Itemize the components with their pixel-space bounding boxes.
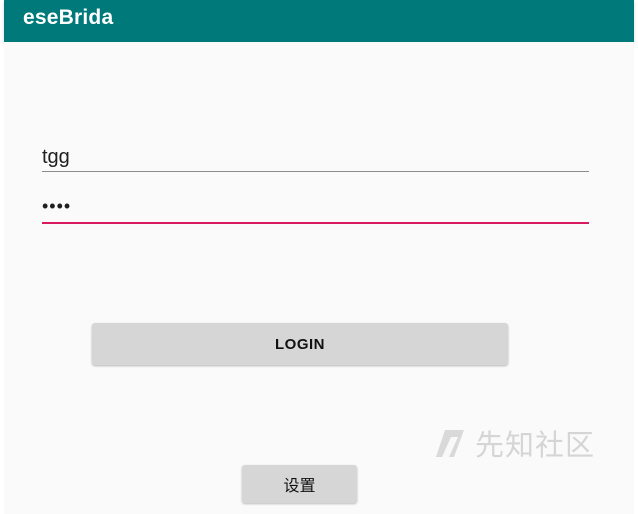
username-value: tgg xyxy=(42,146,70,168)
username-field[interactable]: tgg xyxy=(42,143,589,172)
app-title: eseBrida xyxy=(23,6,114,29)
settings-button[interactable]: 设置 xyxy=(242,465,357,503)
password-field[interactable]: •••• xyxy=(42,195,589,224)
login-content: tgg •••• LOGIN 设置 xyxy=(4,42,634,514)
password-value: •••• xyxy=(42,196,72,216)
login-button[interactable]: LOGIN xyxy=(92,323,508,365)
android-login-screen: eseBrida tgg •••• LOGIN 设置 先知社区 xyxy=(0,0,638,514)
app-bar: eseBrida xyxy=(4,0,634,42)
